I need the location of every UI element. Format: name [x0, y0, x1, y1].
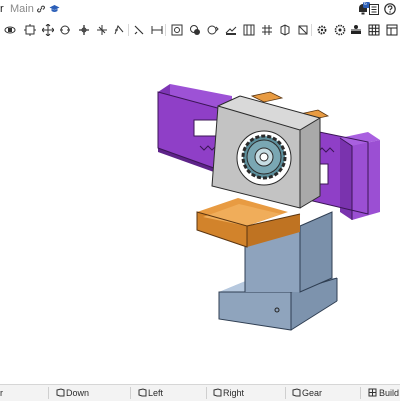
move-icon[interactable]: [42, 24, 54, 36]
notification-count: 6: [364, 1, 367, 7]
list-icon[interactable]: [369, 4, 379, 15]
toolbar-separator: [311, 24, 312, 36]
bell-icon[interactable]: [356, 2, 370, 16]
toolbar-separator: [165, 24, 166, 36]
part-tab-icon: [56, 388, 65, 397]
spur-gear[interactable]: [241, 134, 287, 180]
assembly-tab-icon: [368, 388, 377, 397]
settings-icon[interactable]: [334, 24, 346, 36]
document-tab-bar: r Down Left Right Gear Build: [0, 384, 400, 401]
sketch-icon[interactable]: [171, 24, 183, 36]
pan-icon[interactable]: [78, 24, 90, 36]
fastener-icon[interactable]: [279, 24, 291, 36]
view-toolbar: [0, 20, 400, 40]
orbit-icon[interactable]: [59, 24, 71, 36]
part-tab-icon: [213, 388, 222, 397]
tab-divider: [360, 387, 361, 399]
graduation-cap-icon[interactable]: [49, 4, 60, 14]
toolbar-separator: [128, 24, 129, 36]
section-icon[interactable]: [133, 24, 145, 36]
table-icon[interactable]: [368, 24, 380, 36]
undo-arc-icon[interactable]: [113, 24, 125, 36]
part-tab-icon: [138, 388, 147, 397]
tab-divider: [48, 387, 49, 399]
tab-part[interactable]: r: [0, 385, 3, 401]
rack-gear-icon[interactable]: [350, 24, 362, 36]
help-icon[interactable]: [384, 3, 396, 15]
branch-name[interactable]: Main: [10, 3, 34, 15]
frame-icon[interactable]: [297, 24, 309, 36]
gear-icon[interactable]: [316, 24, 328, 36]
layout-icon[interactable]: [386, 24, 398, 36]
gear-assembly-model[interactable]: [0, 40, 400, 384]
zoom-icon[interactable]: [96, 24, 108, 36]
document-title[interactable]: r: [0, 3, 4, 15]
tab-divider: [130, 387, 131, 399]
tab-right[interactable]: Right: [223, 385, 244, 401]
document-header: r Main 6: [0, 0, 400, 19]
tab-divider: [285, 387, 286, 399]
measure-icon[interactable]: [151, 24, 163, 36]
tab-left[interactable]: Left: [148, 385, 163, 401]
view-cube-rotate-icon[interactable]: [4, 24, 16, 36]
tab-divider: [206, 387, 207, 399]
part-tab-icon: [292, 388, 301, 397]
pattern-icon[interactable]: [261, 24, 273, 36]
tab-build[interactable]: Build: [379, 385, 399, 401]
tab-gear[interactable]: Gear: [302, 385, 322, 401]
explode-icon[interactable]: [225, 24, 237, 36]
view-fit-icon[interactable]: [24, 24, 36, 36]
assembly-icon[interactable]: [207, 24, 219, 36]
mate-icon[interactable]: [189, 24, 201, 36]
link-icon[interactable]: [36, 4, 46, 14]
tab-down[interactable]: Down: [66, 385, 89, 401]
graphics-viewport[interactable]: [0, 40, 400, 384]
grid-icon[interactable]: [243, 24, 255, 36]
